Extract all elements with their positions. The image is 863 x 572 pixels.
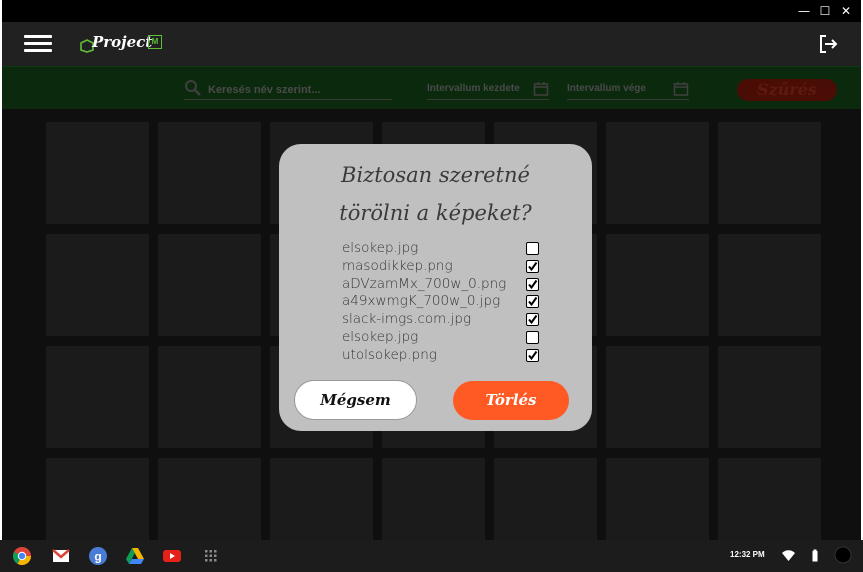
file-name: slack-imgs.com.jpg xyxy=(342,311,472,328)
svg-text:g: g xyxy=(94,550,101,564)
file-row: slack-imgs.com.jpg xyxy=(342,311,542,329)
window-titlebar: — ☐ ✕ xyxy=(2,0,861,22)
filter-bar: Intervallum kezdete Intervallum vége Szű… xyxy=(2,66,861,109)
os-taskbar: g 12:32 PM xyxy=(0,540,863,572)
close-window-button[interactable]: ✕ xyxy=(838,3,854,19)
search-field xyxy=(184,79,392,100)
image-thumbnail[interactable] xyxy=(606,346,709,448)
checkmark-icon xyxy=(528,297,538,307)
file-row: aDVzamMx_700w_0.png xyxy=(342,276,542,294)
google-search-icon[interactable]: g xyxy=(88,546,108,566)
file-name: a49xwmgK_700w_0.jpg xyxy=(342,293,501,310)
cancel-button[interactable]: Mégsem xyxy=(294,380,417,420)
image-thumbnail[interactable] xyxy=(46,234,149,336)
battery-icon[interactable] xyxy=(812,549,818,562)
filter-button[interactable]: Szűrés xyxy=(737,79,837,101)
file-name: aDVzamMx_700w_0.png xyxy=(342,275,507,292)
youtube-icon[interactable] xyxy=(162,546,182,566)
app-logo: Project M xyxy=(80,31,170,57)
file-name: elsokep.jpg xyxy=(342,240,419,256)
avatar[interactable] xyxy=(834,546,852,564)
drive-icon[interactable] xyxy=(125,546,145,566)
image-thumbnail[interactable] xyxy=(46,346,149,448)
wifi-icon[interactable] xyxy=(782,550,795,562)
file-row: masodikkep.png xyxy=(342,258,542,276)
checkmark-icon xyxy=(528,261,538,271)
file-checkbox[interactable] xyxy=(526,348,539,362)
minimize-button[interactable]: — xyxy=(796,3,812,19)
file-row: elsokep.jpg xyxy=(342,329,542,347)
checkmark-icon xyxy=(528,315,538,325)
image-thumbnail[interactable] xyxy=(718,346,821,448)
maximize-button[interactable]: ☐ xyxy=(817,3,833,19)
menu-icon[interactable] xyxy=(24,35,52,53)
interval-start-field[interactable]: Intervallum kezdete xyxy=(427,81,549,100)
file-checkbox[interactable] xyxy=(526,259,539,273)
delete-button[interactable]: Törlés xyxy=(453,381,569,420)
file-row: elsokep.jpg xyxy=(342,240,542,258)
checkmark-icon xyxy=(528,350,538,360)
image-thumbnail[interactable] xyxy=(158,234,261,336)
app-window: — ☐ ✕ Project M Intervallu xyxy=(2,0,861,572)
image-thumbnail[interactable] xyxy=(158,346,261,448)
delete-confirm-dialog: Biztosan szeretné törölni a képeket? els… xyxy=(279,144,592,431)
logout-icon[interactable] xyxy=(817,33,839,55)
calendar-icon[interactable] xyxy=(673,81,689,97)
file-name: elsokep.jpg xyxy=(342,328,419,345)
interval-end-field[interactable]: Intervallum vége xyxy=(567,81,689,100)
file-list: elsokep.jpg masodikkep.png aDVzamMx_700w_0… xyxy=(342,240,542,365)
file-checkbox[interactable] xyxy=(526,313,539,327)
file-name: masodikkep.png xyxy=(342,257,453,274)
file-checkbox[interactable] xyxy=(526,330,539,344)
file-checkbox[interactable] xyxy=(526,277,539,291)
file-checkbox[interactable] xyxy=(526,295,539,309)
image-thumbnail[interactable] xyxy=(718,234,821,336)
system-clock[interactable]: 12:32 PM xyxy=(730,550,765,559)
file-checkbox[interactable] xyxy=(526,242,539,255)
logo-text: Project xyxy=(92,33,153,51)
search-icon xyxy=(185,80,201,96)
app-launcher-icon[interactable] xyxy=(201,546,221,566)
checkmark-icon xyxy=(528,279,538,289)
image-thumbnail[interactable] xyxy=(606,234,709,336)
file-row: utolsokep.png xyxy=(342,347,542,365)
chrome-icon[interactable] xyxy=(12,546,32,566)
image-thumbnail[interactable] xyxy=(46,122,149,224)
file-name: utolsokep.png xyxy=(342,346,437,363)
dialog-title-line2: törölni a képeket? xyxy=(339,201,532,225)
calendar-icon[interactable] xyxy=(533,81,549,97)
interval-end-label: Intervallum vége xyxy=(567,83,646,94)
app-header: Project M xyxy=(2,22,861,66)
dialog-title: Biztosan szeretné törölni a képeket? xyxy=(279,156,592,232)
logo-badge: M xyxy=(148,35,162,49)
image-thumbnail[interactable] xyxy=(718,122,821,224)
search-input[interactable] xyxy=(206,81,390,99)
dialog-title-line1: Biztosan szeretné xyxy=(341,163,530,187)
image-thumbnail[interactable] xyxy=(158,122,261,224)
file-row: a49xwmgK_700w_0.jpg xyxy=(342,293,542,311)
gmail-icon[interactable] xyxy=(51,546,71,566)
image-thumbnail[interactable] xyxy=(606,122,709,224)
interval-start-label: Intervallum kezdete xyxy=(427,83,520,94)
